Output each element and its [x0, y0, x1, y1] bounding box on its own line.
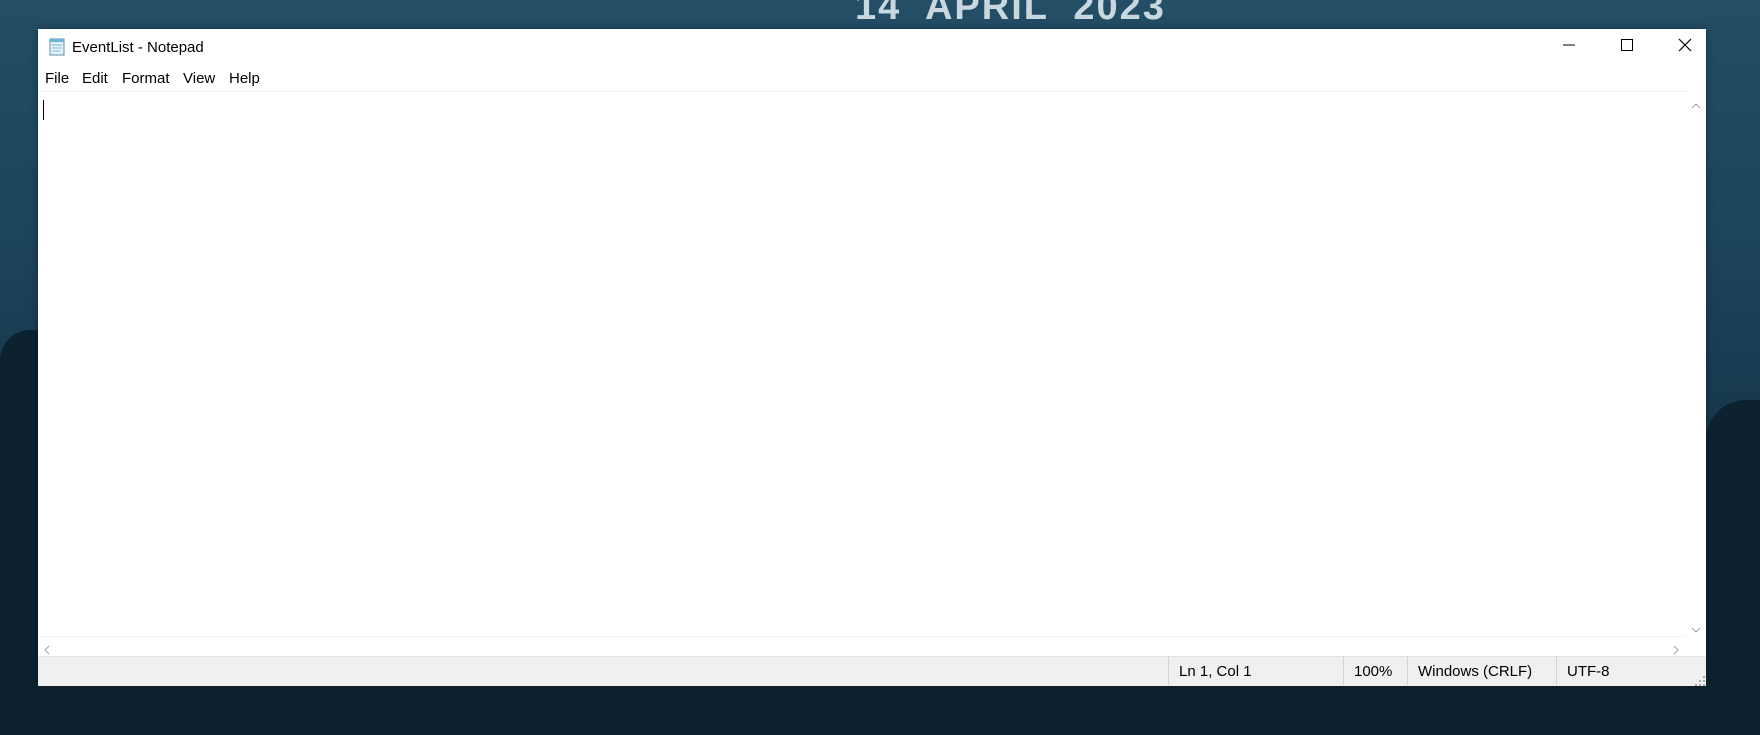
minimize-icon	[1563, 38, 1575, 56]
status-encoding: UTF-8	[1556, 657, 1686, 686]
scroll-up-icon[interactable]	[1691, 97, 1701, 115]
horizontal-scrollbar[interactable]	[38, 636, 1686, 657]
notepad-icon	[48, 38, 66, 56]
notepad-window: EventList - Notepad File Edit Format Vie…	[38, 29, 1706, 686]
close-button[interactable]	[1656, 29, 1714, 65]
text-caret	[43, 100, 44, 120]
vertical-scrollbar[interactable]	[1686, 91, 1706, 636]
menu-format[interactable]: Format	[122, 70, 170, 87]
wallpaper-ground	[0, 685, 1760, 735]
menu-file[interactable]: File	[45, 70, 69, 87]
status-position: Ln 1, Col 1	[1168, 657, 1343, 686]
window-title: EventList - Notepad	[72, 39, 204, 56]
menu-edit[interactable]: Edit	[82, 70, 108, 87]
status-zoom: 100%	[1343, 657, 1407, 686]
status-bar: Ln 1, Col 1 100% Windows (CRLF) UTF-8	[38, 656, 1706, 686]
text-editor[interactable]	[38, 91, 1686, 637]
wallpaper-date-text: 14 APRIL 2023	[855, 0, 1166, 28]
minimize-button[interactable]	[1540, 29, 1598, 65]
close-icon	[1678, 38, 1692, 57]
menu-help[interactable]: Help	[229, 70, 260, 87]
wallpaper-silhouette-left	[0, 330, 40, 735]
maximize-icon	[1621, 38, 1633, 56]
status-line-ending: Windows (CRLF)	[1407, 657, 1556, 686]
title-bar[interactable]: EventList - Notepad	[38, 29, 1706, 65]
resize-grip-icon[interactable]	[1694, 674, 1706, 686]
menu-bar: File Edit Format View Help	[38, 65, 1706, 91]
scrollbar-corner	[1686, 636, 1706, 656]
menu-view[interactable]: View	[183, 70, 215, 87]
maximize-button[interactable]	[1598, 29, 1656, 65]
